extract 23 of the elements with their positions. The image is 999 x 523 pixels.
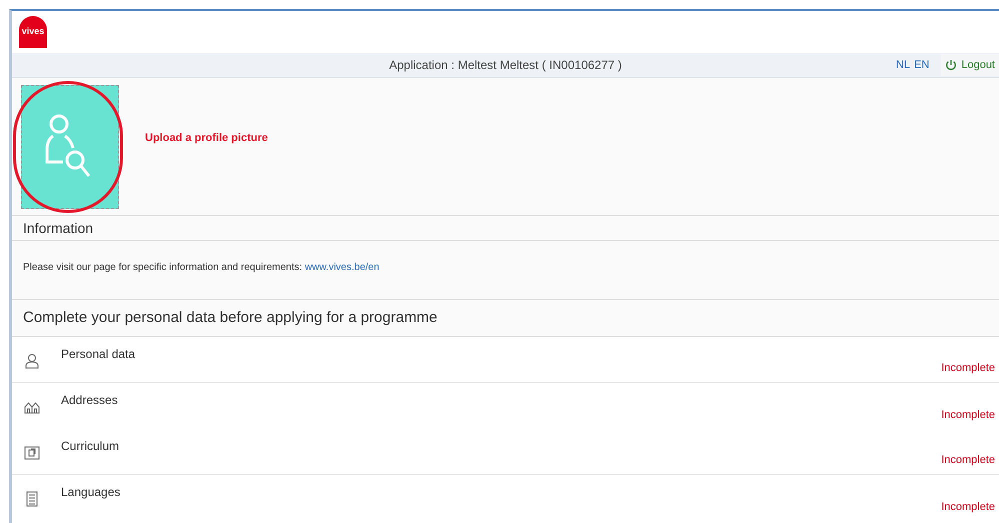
upload-link[interactable]: Upload a profile picture [145, 130, 268, 147]
language-link[interactable]: EN [914, 56, 930, 74]
section-title: Information [12, 216, 999, 241]
checklist-item-label[interactable]: Curriculum [61, 437, 120, 455]
checklist-item-label[interactable]: Languages [61, 483, 120, 501]
information-text: Please visit our page for specific information and requirements: www.vives.be/en [23, 261, 380, 275]
list-icon [24, 491, 40, 507]
status-text: Incomplete [941, 452, 995, 468]
profile-picture-placeholder[interactable] [21, 84, 119, 208]
section-title: Complete your personal data before applying for a programme [12, 300, 999, 337]
checklist-item-label[interactable]: Personal data [61, 345, 136, 363]
logout-button[interactable]: Logout [941, 54, 999, 76]
language-link[interactable]: NL [896, 56, 910, 74]
status-text: Incomplete [941, 408, 995, 422]
application-title: Application : Meltest Meltest ( IN00106277 ) [389, 57, 622, 74]
power-icon [945, 59, 958, 71]
website-link[interactable]: www.vives.be/en [304, 262, 380, 273]
checklist-item-label[interactable]: Addresses [61, 391, 118, 409]
status-text: Incomplete [941, 500, 995, 514]
person-icon [24, 353, 40, 369]
document-icon [24, 445, 40, 461]
logo: vives [19, 16, 47, 48]
status-text: Incomplete [941, 360, 995, 376]
